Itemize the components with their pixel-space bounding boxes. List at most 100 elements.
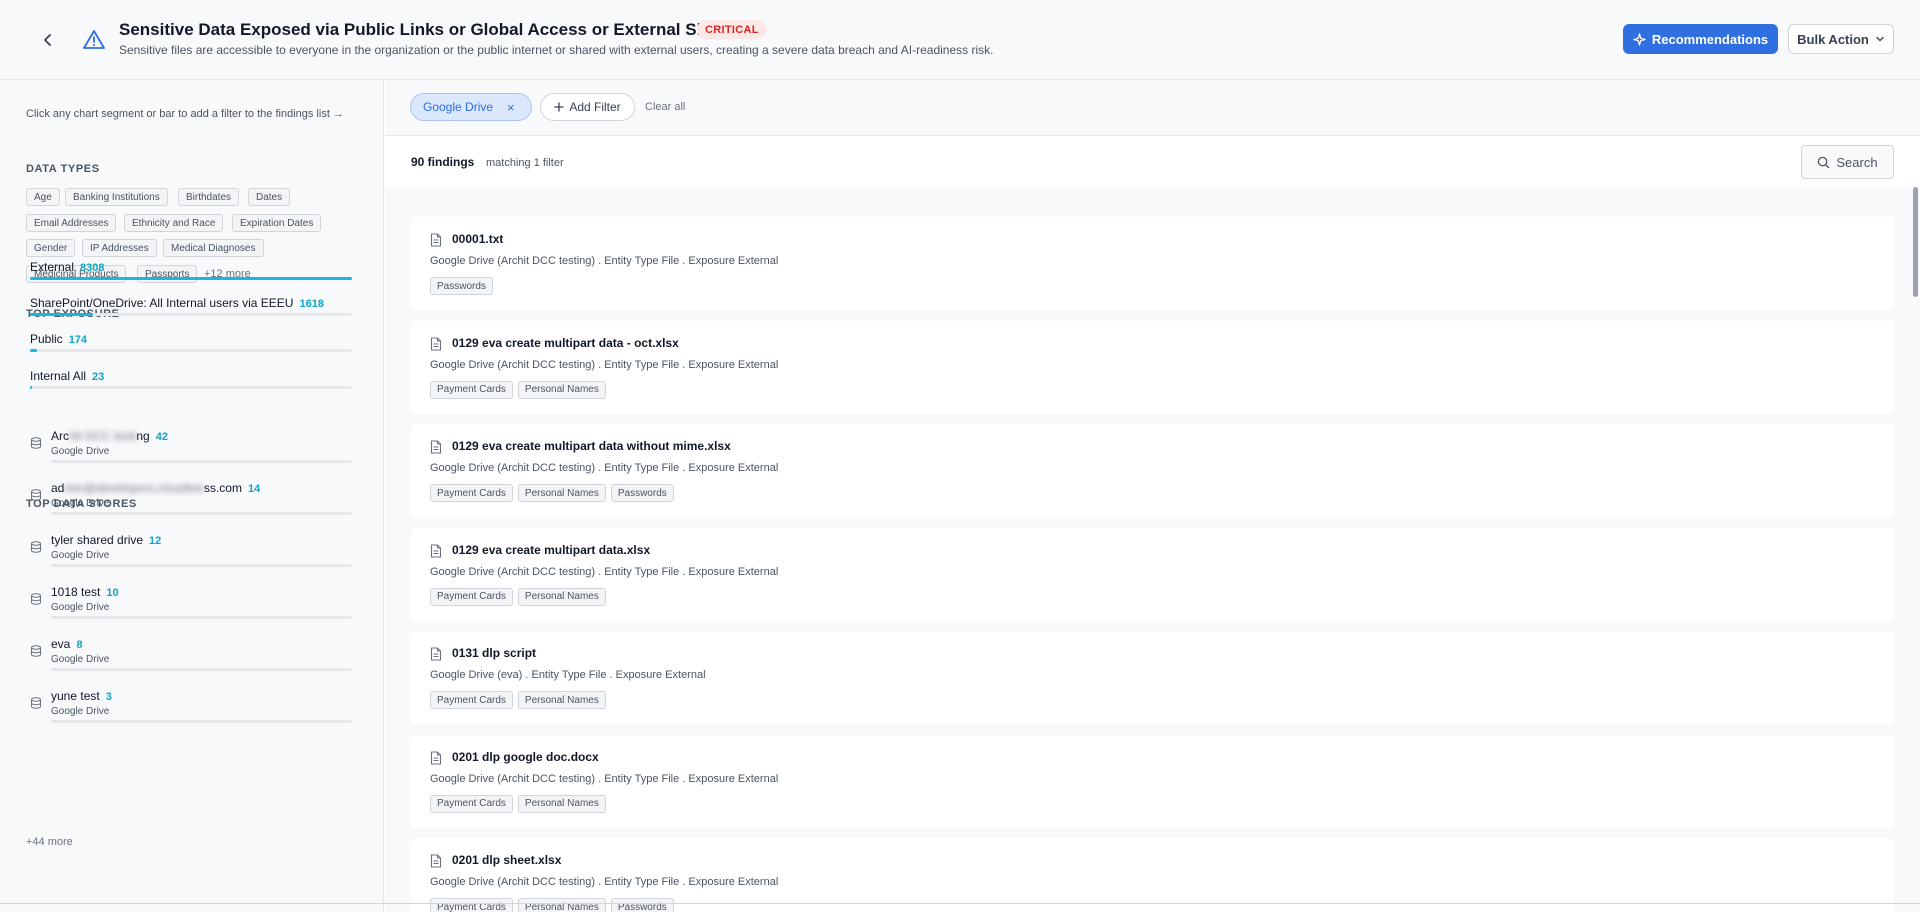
findings-count: 90 findings bbox=[411, 155, 475, 169]
exposure-line: Internal All 23 bbox=[30, 367, 352, 385]
data-store-source: Google Drive bbox=[51, 550, 110, 561]
data-store-name-start: yune test bbox=[51, 689, 100, 703]
data-store-source: Google Drive bbox=[51, 706, 110, 717]
data-store-source: Google Drive bbox=[51, 498, 110, 509]
data-store-count: 3 bbox=[105, 691, 112, 703]
finding-card[interactable]: 0131 dlp script Google Drive (eva) . Enti… bbox=[411, 631, 1894, 724]
data-type-chip[interactable]: Gender bbox=[26, 239, 76, 257]
search-button[interactable]: Search bbox=[1801, 145, 1894, 179]
exposure-row[interactable]: SharePoint/OneDrive: All Internal users … bbox=[30, 294, 352, 316]
plus-icon bbox=[554, 102, 564, 112]
finding-tags: Payment Cards Personal Names bbox=[430, 794, 606, 813]
bulk-action-button[interactable]: Bulk Action bbox=[1788, 24, 1894, 54]
finding-title[interactable]: 0129 eva create multipart data.xlsx bbox=[452, 543, 650, 557]
data-store-bar-track bbox=[51, 616, 352, 619]
active-filter-chip[interactable]: Google Drive × bbox=[410, 93, 532, 121]
data-type-chip[interactable]: Medical Diagnoses bbox=[163, 239, 264, 257]
add-filter-button[interactable]: Add Filter bbox=[540, 93, 635, 121]
finding-title[interactable]: 0201 dlp google doc.docx bbox=[452, 750, 599, 764]
data-store-name: tyler shared drive 12 bbox=[51, 533, 161, 547]
database-icon bbox=[31, 593, 41, 605]
finding-card[interactable]: 0201 dlp google doc.docx Google Drive (Ar… bbox=[411, 734, 1894, 828]
exposure-label: Public bbox=[30, 332, 63, 346]
finding-meta: Google Drive (Archit DCC testing) . Enti… bbox=[430, 876, 779, 888]
finding-card[interactable]: 0129 eva create multipart data - oct.xls… bbox=[411, 320, 1894, 414]
file-icon bbox=[430, 854, 442, 868]
exposure-count: 174 bbox=[68, 334, 88, 346]
active-filter-label: Google Drive bbox=[423, 100, 494, 114]
file-icon bbox=[430, 440, 442, 454]
data-type-tag: Payment Cards bbox=[430, 794, 513, 813]
data-store-name-redacted: hit DCC testi bbox=[69, 429, 137, 443]
data-type-chip[interactable]: Birthdates bbox=[178, 188, 240, 206]
finding-tags: Payment Cards Personal Names bbox=[430, 380, 606, 399]
finding-title[interactable]: 0201 dlp sheet.xlsx bbox=[452, 853, 561, 867]
data-type-chip[interactable]: Email Addresses bbox=[26, 214, 117, 232]
finding-tags: Payment Cards Personal Names bbox=[430, 587, 606, 606]
data-store-name-start: eva bbox=[51, 637, 71, 651]
data-store-count: 12 bbox=[149, 535, 162, 547]
exposure-line: SharePoint/OneDrive: All Internal users … bbox=[30, 294, 352, 312]
data-store-name-start: ad bbox=[51, 481, 65, 495]
finding-title[interactable]: 0129 eva create multipart data without m… bbox=[452, 439, 731, 453]
finding-meta: Google Drive (Archit DCC testing) . Enti… bbox=[430, 358, 779, 371]
finding-title[interactable]: 0129 eva create multipart data - oct.xls… bbox=[452, 336, 679, 350]
data-store-bar-track bbox=[51, 720, 352, 723]
database-icon bbox=[31, 437, 41, 449]
chevron-down-icon bbox=[1876, 36, 1884, 42]
exposure-bar-fill bbox=[30, 313, 93, 316]
data-type-chip[interactable]: Expiration Dates bbox=[232, 214, 322, 232]
exposure-label: Internal All bbox=[30, 369, 87, 383]
data-store-name-start: tyler shared drive bbox=[51, 533, 144, 547]
exposure-bar-track bbox=[30, 277, 352, 280]
exposure-bar-fill bbox=[30, 386, 32, 389]
finding-title[interactable]: 00001.txt bbox=[452, 232, 503, 246]
finding-meta: Google Drive (Archit DCC testing) . Enti… bbox=[430, 772, 779, 785]
finding-card[interactable]: 0201 dlp sheet.xlsx Google Drive (Archit … bbox=[411, 838, 1894, 912]
exposure-bar-track bbox=[30, 349, 352, 352]
finding-card[interactable]: 0129 eva create multipart data without m… bbox=[411, 424, 1894, 517]
data-type-chip[interactable]: IP Addresses bbox=[82, 239, 157, 257]
data-type-chip[interactable]: Dates bbox=[248, 188, 291, 206]
exposure-line: Public 174 bbox=[30, 330, 352, 348]
exposure-bar-fill bbox=[30, 349, 37, 352]
page-title: Sensitive Data Exposed via Public Links … bbox=[119, 20, 749, 39]
finding-card[interactable]: 00001.txt Google Drive (Archit DCC testin… bbox=[411, 217, 1894, 310]
data-type-chip[interactable]: Ethnicity and Race bbox=[124, 214, 224, 232]
recommendations-button[interactable]: Recommendations bbox=[1623, 24, 1778, 54]
back-button[interactable] bbox=[36, 28, 60, 52]
search-label: Search bbox=[1836, 154, 1878, 170]
exposure-row[interactable]: Internal All 23 bbox=[30, 367, 352, 389]
data-type-tag: Payment Cards bbox=[430, 484, 513, 502]
exposure-count: 1618 bbox=[299, 298, 324, 310]
data-type-tag: Payment Cards bbox=[430, 587, 513, 606]
clear-all-link[interactable]: Clear all bbox=[645, 101, 685, 113]
findings-scrollbar[interactable] bbox=[1913, 187, 1918, 297]
exposure-row[interactable]: Public 174 bbox=[30, 330, 352, 352]
data-type-tag: Passwords bbox=[610, 898, 674, 912]
data-type-tag: Personal Names bbox=[517, 898, 606, 912]
page-description: Sensitive files are accessible to everyo… bbox=[119, 43, 994, 57]
data-type-chip[interactable]: Age bbox=[26, 188, 60, 206]
data-store-count: 42 bbox=[155, 431, 168, 443]
finding-tags: Payment Cards Personal Names Passwords bbox=[430, 484, 674, 502]
file-icon bbox=[430, 336, 442, 351]
data-type-tag: Personal Names bbox=[517, 794, 606, 813]
data-type-chip[interactable]: Banking Institutions bbox=[65, 188, 168, 206]
data-store-count: 8 bbox=[76, 639, 83, 651]
finding-card[interactable]: 0129 eva create multipart data.xlsx Googl… bbox=[411, 527, 1894, 621]
exposure-bar-track bbox=[30, 313, 352, 316]
stores-more-link[interactable]: +44 more bbox=[26, 836, 73, 848]
data-type-tag: Payment Cards bbox=[430, 898, 513, 912]
summary-sidebar: Click any chart segment or bar to add a … bbox=[0, 80, 384, 912]
finding-title[interactable]: 0131 dlp script bbox=[452, 646, 536, 660]
recommendations-label: Recommendations bbox=[1651, 31, 1769, 47]
chevron-left-icon bbox=[44, 34, 51, 46]
database-icon bbox=[31, 541, 41, 553]
finding-tags: Payment Cards Personal Names bbox=[430, 691, 606, 709]
page-header: Sensitive Data Exposed via Public Links … bbox=[0, 0, 1920, 80]
data-store-name-end: ss.com bbox=[203, 481, 242, 495]
database-icon bbox=[31, 697, 41, 709]
exposure-row[interactable]: External 8308 bbox=[30, 258, 352, 280]
remove-filter-icon[interactable]: × bbox=[507, 100, 515, 115]
